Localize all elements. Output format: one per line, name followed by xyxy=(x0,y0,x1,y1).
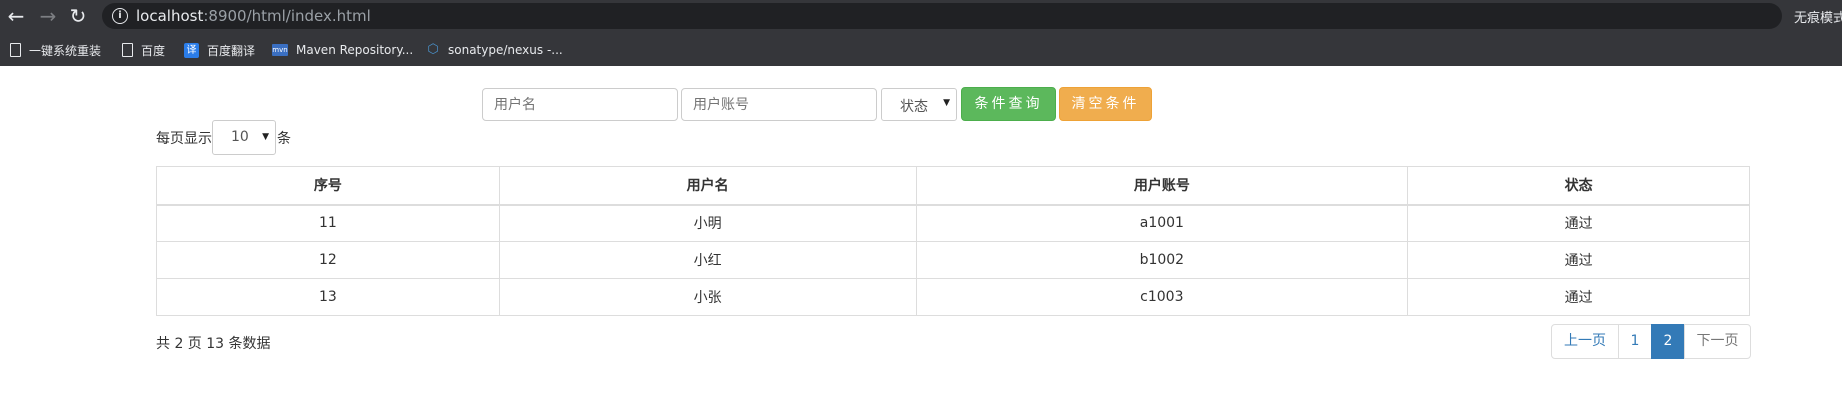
cell-status: 通过 xyxy=(1407,241,1750,279)
page-size-select[interactable]: 10 ▼ xyxy=(212,120,276,155)
incognito-label[interactable]: 无痕模式 xyxy=(1794,7,1842,26)
pagination: 上一页 1 2 下一页 xyxy=(1551,324,1751,359)
page-button-2[interactable]: 2 xyxy=(1651,324,1685,359)
nexus-icon: ⬡ xyxy=(427,42,439,57)
bookmark-item[interactable]: 译 百度翻译 xyxy=(184,40,255,60)
bookmark-item[interactable]: 百度 xyxy=(122,40,165,60)
url-text: localhost:8900/html/index.html xyxy=(136,7,371,25)
url-host: localhost xyxy=(136,7,204,25)
cell-username: 小明 xyxy=(498,204,917,242)
status-select-value: 状态 xyxy=(900,99,928,115)
header-status: 状态 xyxy=(1407,166,1750,206)
reload-icon[interactable]: ↻ xyxy=(66,4,90,28)
page-size-suffix: 条 xyxy=(277,131,291,147)
bookmark-label: sonatype/nexus -... xyxy=(448,43,563,57)
page-size-value: 10 xyxy=(231,129,249,145)
bookmark-item[interactable]: mvn Maven Repository... xyxy=(272,40,413,60)
maven-icon: mvn xyxy=(272,44,288,56)
bookmarks-bar: 一键系统重装 百度 译 百度翻译 mvn Maven Repository...… xyxy=(0,36,1842,64)
dropdown-arrow-icon: ▼ xyxy=(943,98,950,108)
bookmark-label: Maven Repository... xyxy=(296,43,414,57)
cell-username: 小张 xyxy=(498,278,917,316)
address-bar[interactable]: i localhost:8900/html/index.html ☆ xyxy=(102,3,1782,29)
cell-status: 通过 xyxy=(1407,278,1750,316)
page-icon xyxy=(10,43,21,57)
forward-arrow-icon[interactable]: → xyxy=(36,4,60,28)
cell-username: 小红 xyxy=(498,241,917,279)
page-summary: 共 2 页 13 条数据 xyxy=(156,336,271,352)
query-button[interactable]: 条件查询 xyxy=(961,87,1056,121)
bookmark-item[interactable]: 一键系统重装 xyxy=(10,40,101,60)
table-row: 12 小红 b1002 通过 xyxy=(156,241,1750,279)
url-path: :8900/html/index.html xyxy=(203,7,371,25)
users-table: 序号 用户名 用户账号 状态 11 小明 a1001 通过 12 小红 b100… xyxy=(156,166,1750,316)
clear-button[interactable]: 清空条件 xyxy=(1059,87,1152,121)
table-header: 序号 用户名 用户账号 状态 xyxy=(156,166,1750,206)
header-username: 用户名 xyxy=(498,166,917,206)
cell-status: 通过 xyxy=(1407,204,1750,242)
page-icon xyxy=(122,43,133,57)
bookmark-label: 百度 xyxy=(141,43,166,58)
next-page-button[interactable]: 下一页 xyxy=(1684,324,1751,359)
cell-account: a1001 xyxy=(915,204,1409,242)
cell-account: b1002 xyxy=(915,241,1409,279)
cell-index: 11 xyxy=(156,204,500,242)
info-icon[interactable]: i xyxy=(112,8,128,24)
account-input[interactable] xyxy=(681,88,877,121)
prev-page-button[interactable]: 上一页 xyxy=(1551,324,1619,359)
page-button-1[interactable]: 1 xyxy=(1618,324,1652,359)
table-body: 11 小明 a1001 通过 12 小红 b1002 通过 13 小张 c100… xyxy=(156,204,1750,316)
cell-account: c1003 xyxy=(915,278,1409,316)
username-input[interactable] xyxy=(482,88,678,121)
cell-index: 13 xyxy=(156,278,500,316)
back-arrow-icon[interactable]: ← xyxy=(4,4,28,28)
bookmark-label: 百度翻译 xyxy=(207,43,256,58)
table-row: 11 小明 a1001 通过 xyxy=(156,204,1750,242)
dropdown-arrow-icon: ▼ xyxy=(262,132,269,142)
cell-index: 12 xyxy=(156,241,500,279)
translate-icon: 译 xyxy=(184,42,199,58)
header-account: 用户账号 xyxy=(915,166,1409,206)
bookmark-label: 一键系统重装 xyxy=(29,43,102,58)
browser-chrome: ← → ↻ i localhost:8900/html/index.html ☆… xyxy=(0,0,1842,66)
table-header-row: 序号 用户名 用户账号 状态 xyxy=(156,166,1750,206)
status-select[interactable]: 状态 ▼ xyxy=(881,88,957,121)
page-size-prefix: 每页显示 xyxy=(156,131,212,147)
table-row: 13 小张 c1003 通过 xyxy=(156,278,1750,316)
header-index: 序号 xyxy=(156,166,500,206)
bookmark-item[interactable]: ⬡ sonatype/nexus -... xyxy=(426,40,563,60)
address-row: ← → ↻ i localhost:8900/html/index.html ☆… xyxy=(0,0,1842,32)
